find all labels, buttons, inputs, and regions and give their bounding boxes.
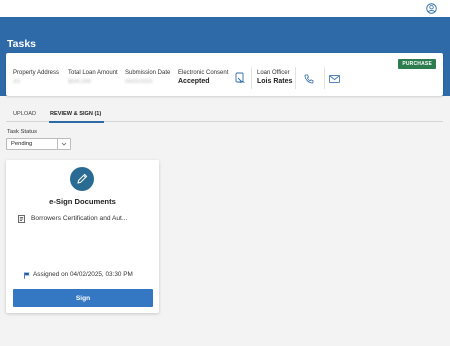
document-touch-icon[interactable] xyxy=(235,72,246,84)
total-loan-amount-value: $000,000 xyxy=(68,79,91,85)
assigned-date: Assigned on 04/02/2025, 03:30 PM xyxy=(33,271,133,278)
total-loan-amount-label: Total Loan Amount xyxy=(68,70,118,76)
loan-type-badge: PURCHASE xyxy=(398,59,436,69)
page-title: Tasks xyxy=(7,38,36,50)
task-status-label: Task Status xyxy=(7,129,37,135)
phone-icon[interactable] xyxy=(304,74,314,84)
assigned-info: Assigned on 04/02/2025, 03:30 PM xyxy=(24,271,154,280)
document-name: Borrowers Certification and Aut... xyxy=(31,215,128,222)
user-circle-icon[interactable] xyxy=(426,3,437,14)
loan-officer-value: Lois Rates xyxy=(257,78,293,85)
select-separator xyxy=(57,139,58,149)
property-address-value: XX xyxy=(13,79,21,85)
electronic-consent-label: Electronic Consent xyxy=(178,70,229,76)
total-loan-amount-field: Total Loan Amount $000,000 xyxy=(68,70,118,85)
task-status-select[interactable]: Pending xyxy=(6,138,71,150)
top-bar xyxy=(0,0,450,17)
submission-date-value: 04/02/2025 xyxy=(125,79,153,85)
submission-date-field: Submission Date 04/02/2025 xyxy=(125,70,170,85)
chevron-down-icon xyxy=(61,142,67,146)
task-card: e-Sign Documents Borrowers Certification… xyxy=(6,160,159,313)
tab-review-sign[interactable]: REVIEW & SIGN (1) xyxy=(50,111,101,117)
electronic-consent-value: Accepted xyxy=(178,78,210,85)
pen-icon xyxy=(77,173,88,184)
submission-date-label: Submission Date xyxy=(125,70,171,76)
document-item[interactable]: Borrowers Certification and Aut... xyxy=(18,215,153,224)
active-tab-indicator xyxy=(49,121,104,123)
task-status-value: Pending xyxy=(11,141,33,147)
summary-divider xyxy=(324,67,325,89)
tab-upload[interactable]: UPLOAD xyxy=(13,111,36,117)
email-icon[interactable] xyxy=(329,75,340,83)
document-icon xyxy=(18,215,25,223)
sign-button[interactable]: Sign xyxy=(13,289,153,307)
summary-divider xyxy=(251,67,252,89)
task-card-title: e-Sign Documents xyxy=(49,197,116,206)
task-tabs: UPLOAD REVIEW & SIGN (1) xyxy=(6,110,443,123)
electronic-consent-field: Electronic Consent Accepted xyxy=(178,70,228,85)
loan-summary-card: PURCHASE Property Address XX Total Loan … xyxy=(6,53,443,96)
summary-divider xyxy=(295,67,296,89)
loan-officer-label: Loan Officer xyxy=(257,70,290,76)
loan-officer-field: Loan Officer Lois Rates xyxy=(257,70,292,85)
task-icon-circle xyxy=(70,167,94,191)
property-address-field: Property Address XX xyxy=(13,70,59,85)
property-address-label: Property Address xyxy=(13,70,60,76)
flag-icon xyxy=(24,272,30,279)
